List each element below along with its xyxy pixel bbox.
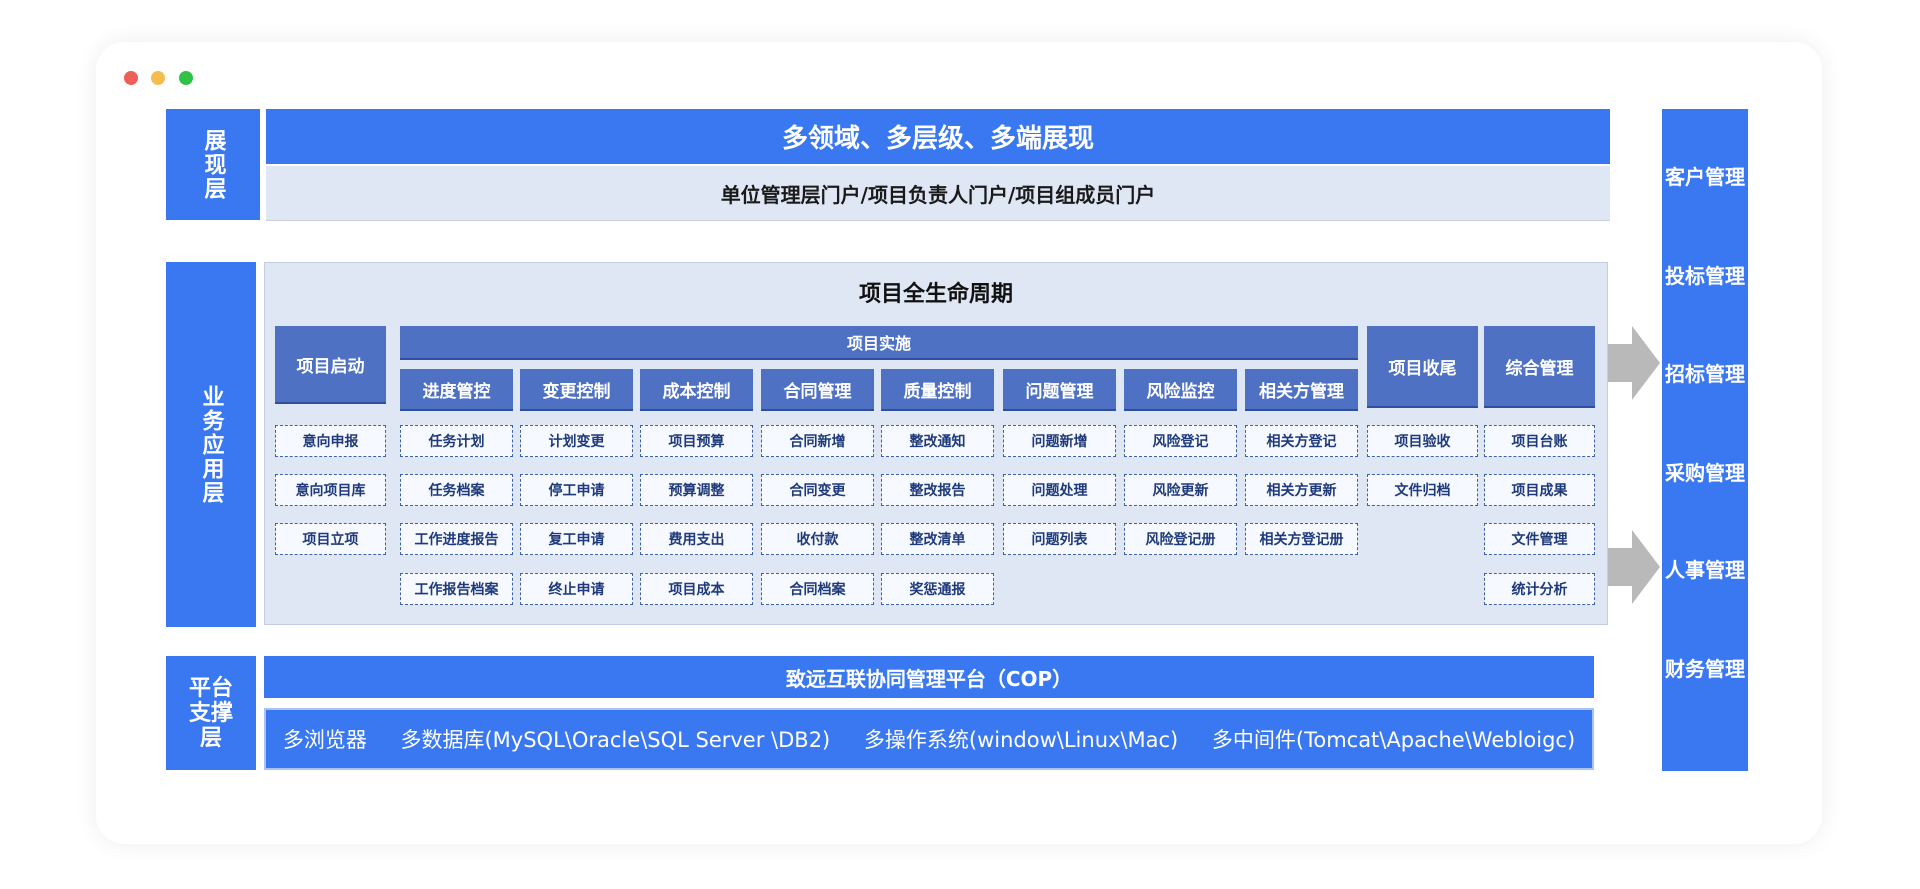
col-header-contract: 合同管理 xyxy=(761,369,874,411)
cost-item[interactable]: 预算调整 xyxy=(640,474,753,506)
platform-item: 多中间件(Tomcat\Apache\Webloigc) xyxy=(1211,728,1576,752)
quality-item[interactable]: 整改报告 xyxy=(881,474,994,506)
quality-item[interactable]: 整改清单 xyxy=(881,523,994,555)
tender-management[interactable]: 招标管理 xyxy=(1662,362,1748,386)
presentation-title: 多领域、多层级、多端展现 xyxy=(266,109,1610,164)
contract-item[interactable]: 合同变更 xyxy=(761,474,874,506)
risk-item[interactable]: 风险更新 xyxy=(1124,474,1237,506)
project-implementation-header: 项目实施 xyxy=(400,326,1358,360)
change-item[interactable]: 复工申请 xyxy=(520,523,633,555)
procurement-management[interactable]: 采购管理 xyxy=(1662,461,1748,485)
stakeholder-item[interactable]: 相关方更新 xyxy=(1245,474,1358,506)
closing-item[interactable]: 文件归档 xyxy=(1367,474,1478,506)
general-item[interactable]: 统计分析 xyxy=(1484,573,1595,605)
finance-management[interactable]: 财务管理 xyxy=(1662,657,1748,681)
col-header-issue: 问题管理 xyxy=(1003,369,1116,411)
arrow-right-icon xyxy=(1608,326,1660,400)
col-header-change: 变更控制 xyxy=(520,369,633,411)
col-header-quality: 质量控制 xyxy=(881,369,994,411)
platform-items-bar: 多浏览器 多数据库(MySQL\Oracle\SQL Server \DB2) … xyxy=(264,708,1594,770)
business-layer-label: 业务应用层 xyxy=(166,262,256,627)
presentation-subtitle: 单位管理层门户/项目负责人门户/项目组成员门户 xyxy=(266,166,1610,221)
cost-item[interactable]: 费用支出 xyxy=(640,523,753,555)
general-management-header: 综合管理 xyxy=(1484,326,1595,408)
cost-item[interactable]: 项目预算 xyxy=(640,425,753,457)
change-item[interactable]: 终止申请 xyxy=(520,573,633,605)
closing-item[interactable]: 项目验收 xyxy=(1367,425,1478,457)
maximize-dot-icon[interactable] xyxy=(179,71,193,85)
start-item[interactable]: 意向项目库 xyxy=(275,474,386,506)
cost-item[interactable]: 项目成本 xyxy=(640,573,753,605)
change-item[interactable]: 停工申请 xyxy=(520,474,633,506)
col-header-progress: 进度管控 xyxy=(400,369,513,411)
close-dot-icon[interactable] xyxy=(124,71,138,85)
start-item[interactable]: 项目立项 xyxy=(275,523,386,555)
issue-item[interactable]: 问题处理 xyxy=(1003,474,1116,506)
risk-item[interactable]: 风险登记册 xyxy=(1124,523,1237,555)
platform-layer-label: 平台支撑层 xyxy=(166,656,256,770)
risk-item[interactable]: 风险登记 xyxy=(1124,425,1237,457)
general-item[interactable]: 项目台账 xyxy=(1484,425,1595,457)
contract-item[interactable]: 合同档案 xyxy=(761,573,874,605)
quality-item[interactable]: 奖惩通报 xyxy=(881,573,994,605)
hr-management[interactable]: 人事管理 xyxy=(1662,558,1748,582)
platform-item: 多数据库(MySQL\Oracle\SQL Server \DB2) xyxy=(400,728,831,752)
col-header-stakeholder: 相关方管理 xyxy=(1245,369,1358,411)
stakeholder-item[interactable]: 相关方登记 xyxy=(1245,425,1358,457)
platform-item: 多操作系统(window\Linux\Mac) xyxy=(863,728,1179,752)
progress-item[interactable]: 任务档案 xyxy=(400,474,513,506)
platform-item: 多浏览器 xyxy=(282,728,367,752)
platform-title: 致远互联协同管理平台（COP） xyxy=(264,656,1594,698)
contract-item[interactable]: 收付款 xyxy=(761,523,874,555)
progress-item[interactable]: 工作进度报告 xyxy=(400,523,513,555)
change-item[interactable]: 计划变更 xyxy=(520,425,633,457)
issue-item[interactable]: 问题列表 xyxy=(1003,523,1116,555)
bidding-management[interactable]: 投标管理 xyxy=(1662,264,1748,288)
general-item[interactable]: 项目成果 xyxy=(1484,474,1595,506)
quality-item[interactable]: 整改通知 xyxy=(881,425,994,457)
start-item[interactable]: 意向申报 xyxy=(275,425,386,457)
presentation-layer-label: 展现层 xyxy=(166,109,260,220)
general-item[interactable]: 文件管理 xyxy=(1484,523,1595,555)
stakeholder-item[interactable]: 相关方登记册 xyxy=(1245,523,1358,555)
col-header-risk: 风险监控 xyxy=(1124,369,1237,411)
col-header-cost: 成本控制 xyxy=(640,369,753,411)
issue-item[interactable]: 问题新增 xyxy=(1003,425,1116,457)
lifecycle-title: 项目全生命周期 xyxy=(858,282,1013,307)
progress-item[interactable]: 任务计划 xyxy=(400,425,513,457)
progress-item[interactable]: 工作报告档案 xyxy=(400,573,513,605)
project-start-header: 项目启动 xyxy=(275,326,386,404)
customer-management[interactable]: 客户管理 xyxy=(1662,165,1748,189)
contract-item[interactable]: 合同新增 xyxy=(761,425,874,457)
project-closing-header: 项目收尾 xyxy=(1367,326,1478,408)
minimize-dot-icon[interactable] xyxy=(151,71,165,85)
platform-layer-label-text: 平台支撑层 xyxy=(188,675,233,751)
arrow-right-icon xyxy=(1608,530,1660,604)
